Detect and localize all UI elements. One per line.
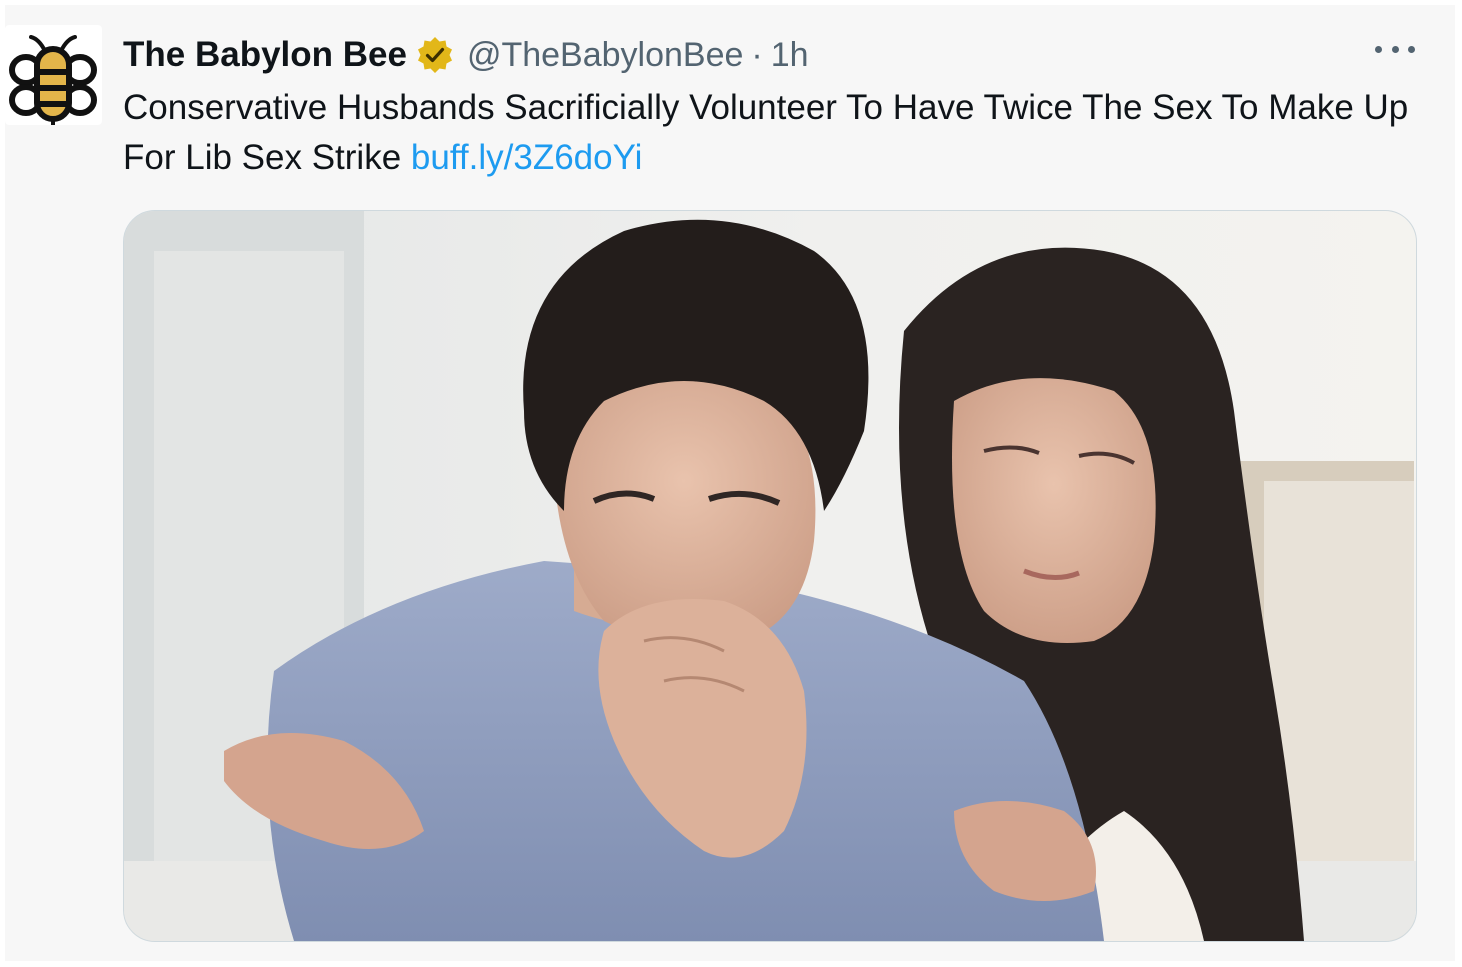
more-dot (1408, 45, 1415, 53)
more-options-icon[interactable] (1375, 37, 1415, 61)
author-name[interactable]: The Babylon Bee (123, 35, 407, 75)
tweet-media-image[interactable] (123, 210, 1417, 942)
more-dot (1375, 45, 1382, 53)
tweet-link[interactable]: buff.ly/3Z6doYi (411, 138, 643, 177)
photo-illustration (124, 211, 1416, 941)
tweet-text: Conservative Husbands Sacrificially Volu… (123, 83, 1413, 183)
author-handle[interactable]: @TheBabylonBee (467, 36, 743, 75)
babylon-bee-logo-icon (9, 35, 97, 125)
gold-verified-badge-icon[interactable] (415, 35, 455, 75)
tweet-card[interactable]: The Babylon Bee @TheBabylonBee · 1h Cons… (5, 5, 1455, 961)
avatar[interactable] (5, 25, 102, 125)
tweet-header: The Babylon Bee @TheBabylonBee · 1h (123, 30, 809, 80)
separator-dot: · (751, 35, 763, 74)
more-dot (1391, 45, 1399, 53)
tweet-body: Conservative Husbands Sacrificially Volu… (123, 88, 1409, 177)
timestamp[interactable]: 1h (771, 36, 809, 75)
